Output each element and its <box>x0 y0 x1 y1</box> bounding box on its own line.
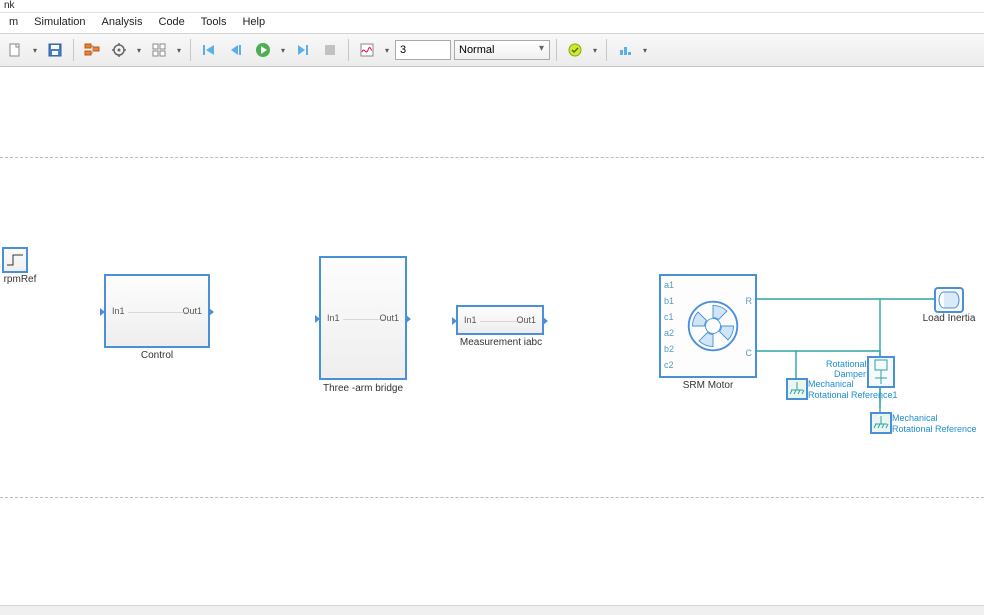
mref1-l2: Rotational Reference1 <box>808 390 898 400</box>
srm-port-c: C <box>746 348 753 358</box>
block-inertia-label: Load Inertia <box>916 313 982 324</box>
srm-port-b2: b2 <box>664 344 674 354</box>
stop-time-input[interactable] <box>395 40 451 60</box>
port-tri-icon <box>406 315 411 323</box>
library-browser-button[interactable] <box>147 38 171 62</box>
block-bridge[interactable]: In1 Out1 <box>320 257 406 379</box>
separator <box>73 39 74 61</box>
separator <box>190 39 191 61</box>
port-tri-icon <box>100 308 105 316</box>
fast-restart-button[interactable] <box>197 38 221 62</box>
menu-bar: m Simulation Analysis Code Tools Help <box>0 13 984 34</box>
block-control-out: Out1 <box>182 306 202 316</box>
block-meas-in: In1 <box>464 315 477 325</box>
srm-port-a1: a1 <box>664 280 674 290</box>
deploy-dropdown[interactable]: ▾ <box>640 46 650 55</box>
stop-button[interactable] <box>318 38 342 62</box>
sim-mode-select[interactable]: Normal <box>454 40 550 60</box>
srm-port-c2: c2 <box>664 360 674 370</box>
gear-dropdown[interactable]: ▾ <box>134 46 144 55</box>
port-tri-icon <box>209 308 214 316</box>
new-model-button[interactable] <box>3 38 27 62</box>
block-bridge-in: In1 <box>327 313 340 323</box>
block-rotational-damper[interactable] <box>868 357 894 387</box>
block-meas-out: Out1 <box>516 315 536 325</box>
block-control-label: Control <box>105 350 209 361</box>
block-control-in: In1 <box>112 306 125 316</box>
block-mech-ref[interactable] <box>871 413 891 433</box>
model-canvas[interactable]: rpmRef In1 Out1 Control In1 Out1 Three -… <box>0 67 984 615</box>
mref2-l2: Rotational Reference <box>892 424 977 434</box>
menu-tools[interactable]: Tools <box>194 15 234 33</box>
block-bridge-label: Three -arm bridge <box>300 383 426 394</box>
separator <box>348 39 349 61</box>
block-bridge-out: Out1 <box>379 313 399 323</box>
menu-analysis[interactable]: Analysis <box>95 15 150 33</box>
srm-port-a2: a2 <box>664 328 674 338</box>
separator <box>556 39 557 61</box>
build-dropdown[interactable]: ▾ <box>590 46 600 55</box>
srm-port-b1: b1 <box>664 296 674 306</box>
selection-box-top <box>0 157 984 158</box>
app-title: nk <box>4 0 15 11</box>
block-srm-motor[interactable]: a1 b1 c1 a2 b2 c2 R C <box>660 275 756 377</box>
srm-port-c1: c1 <box>664 312 674 322</box>
block-rpmref-label: rpmRef <box>0 274 40 285</box>
menu-help[interactable]: Help <box>235 15 272 33</box>
separator <box>606 39 607 61</box>
menu-code[interactable]: Code <box>152 15 192 33</box>
step-back-button[interactable] <box>224 38 248 62</box>
block-mech-ref-1[interactable] <box>787 379 807 399</box>
scope-button[interactable] <box>355 38 379 62</box>
toolbar: ▾ ▾ ▾ ▾ ▾ Normal ▾ ▾ <box>0 34 984 67</box>
block-control[interactable]: In1 Out1 <box>105 275 209 347</box>
srm-port-r: R <box>746 296 753 306</box>
mref2-l1: Mechanical <box>892 413 938 423</box>
mref1-l1: Mechanical <box>808 379 854 389</box>
port-tri-icon <box>315 315 320 323</box>
block-meas-label: Measurement iabc <box>448 337 554 348</box>
title-bar: nk <box>0 0 984 13</box>
block-load-inertia[interactable] <box>935 288 963 312</box>
model-explorer-button[interactable] <box>80 38 104 62</box>
deploy-button[interactable] <box>613 38 637 62</box>
library-dropdown[interactable]: ▾ <box>174 46 184 55</box>
run-dropdown[interactable]: ▾ <box>278 46 288 55</box>
save-button[interactable] <box>43 38 67 62</box>
menu-simulation[interactable]: Simulation <box>27 15 92 33</box>
selection-box-bottom <box>0 497 984 498</box>
port-tri-icon <box>543 317 548 325</box>
block-srm-label: SRM Motor <box>660 380 756 391</box>
gear-button[interactable] <box>107 38 131 62</box>
new-model-dropdown[interactable]: ▾ <box>30 46 40 55</box>
step-forward-button[interactable] <box>291 38 315 62</box>
block-damper-label: Rotational Damper <box>826 359 866 379</box>
block-rpmref[interactable] <box>3 248 27 272</box>
horizontal-scrollbar[interactable] <box>0 605 984 615</box>
run-button[interactable] <box>251 38 275 62</box>
scope-dropdown[interactable]: ▾ <box>382 46 392 55</box>
menu-m[interactable]: m <box>2 15 25 33</box>
build-button[interactable] <box>563 38 587 62</box>
block-measurement[interactable]: In1 Out1 <box>457 306 543 334</box>
port-tri-icon <box>452 317 457 325</box>
